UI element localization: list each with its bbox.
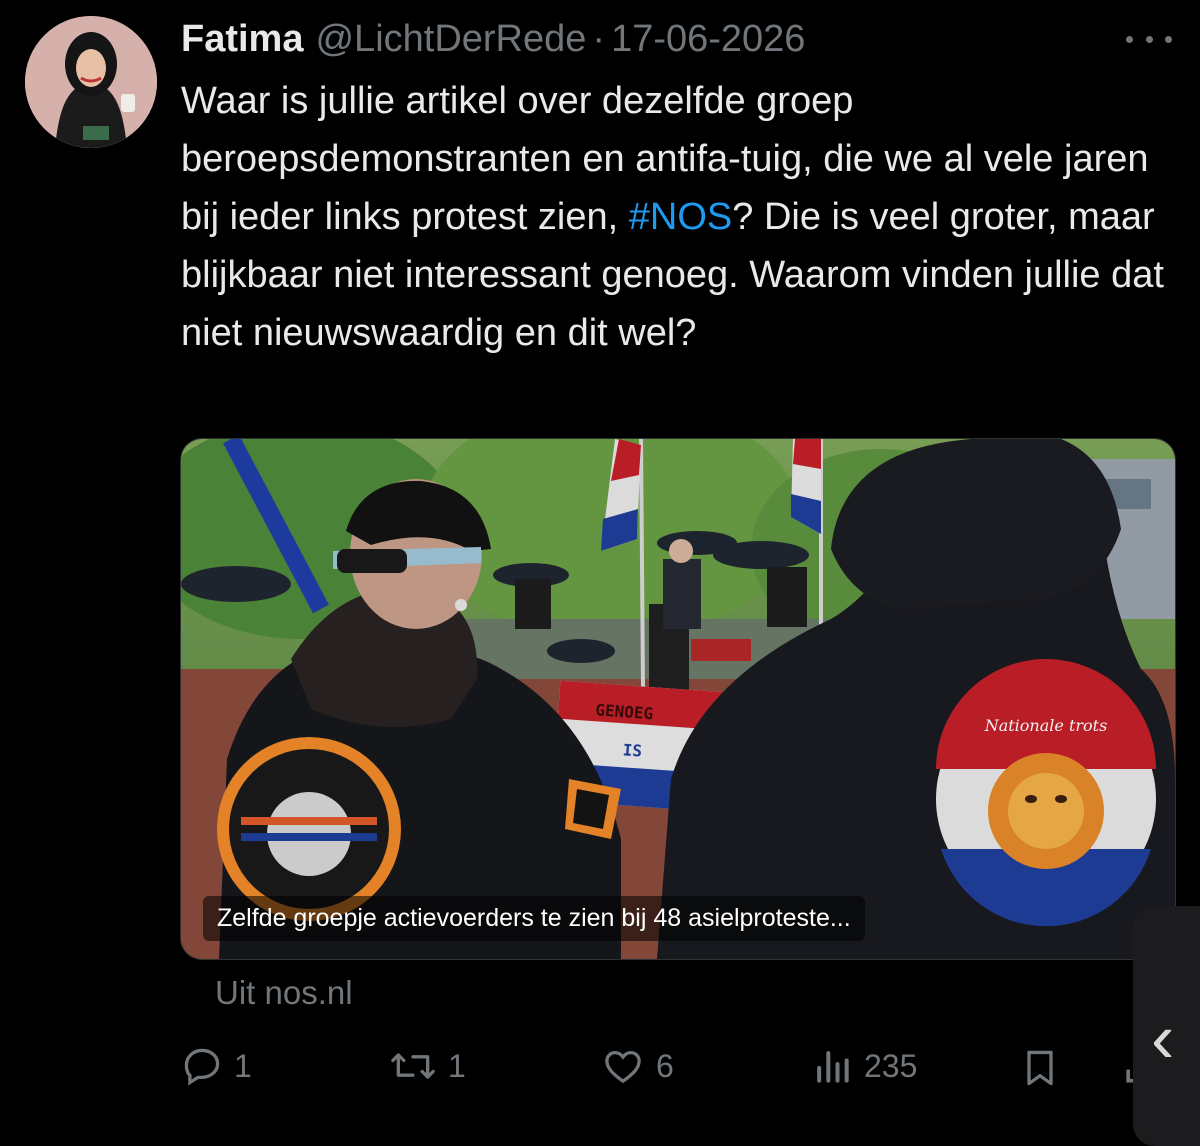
like-count: 6 xyxy=(656,1047,674,1084)
header-separator: · xyxy=(592,17,606,60)
author-handle[interactable]: @LichtDerRede xyxy=(315,18,586,61)
bookmark-icon xyxy=(1027,1050,1053,1086)
more-icon[interactable] xyxy=(1126,26,1172,52)
views-icon xyxy=(817,1051,849,1083)
article-caption: Zelfde groepje actievoerders te zien bij… xyxy=(203,896,865,941)
article-image: GENOEG IS Nationale trots xyxy=(181,439,1175,959)
views-count: 235 xyxy=(864,1047,918,1084)
link-preview-card[interactable]: GENOEG IS Nationale trots Zelfde groepje… xyxy=(180,438,1176,960)
views-button[interactable]: 235 xyxy=(810,1044,917,1088)
repost-icon xyxy=(391,1053,435,1079)
chevron-left-icon: ‹ xyxy=(1151,999,1175,1077)
reply-icon xyxy=(184,1048,220,1086)
author-avatar[interactable] xyxy=(25,16,157,148)
tweet-actions: 1 1 6 235 xyxy=(180,1036,1140,1096)
repost-button[interactable]: 1 xyxy=(388,1044,466,1088)
author-name[interactable]: Fatima xyxy=(181,18,303,61)
reply-count: 1 xyxy=(234,1047,252,1084)
like-button[interactable]: 6 xyxy=(600,1044,674,1088)
reply-button[interactable]: 1 xyxy=(180,1044,252,1088)
repost-count: 1 xyxy=(448,1047,466,1084)
tweet-date[interactable]: 17-06-2026 xyxy=(611,18,805,61)
hashtag-link[interactable]: #NOS xyxy=(629,196,732,238)
bookmark-button[interactable] xyxy=(1018,1044,1072,1092)
like-icon xyxy=(605,1050,641,1084)
tweet-header: Fatima @LichtDerRede · 17-06-2026 xyxy=(181,14,805,64)
side-panel-handle[interactable]: ‹ xyxy=(1133,906,1200,1146)
tweet-text: Waar is jullie artikel over dezelfde gro… xyxy=(181,72,1181,362)
link-source[interactable]: Uit nos.nl xyxy=(215,974,353,1012)
